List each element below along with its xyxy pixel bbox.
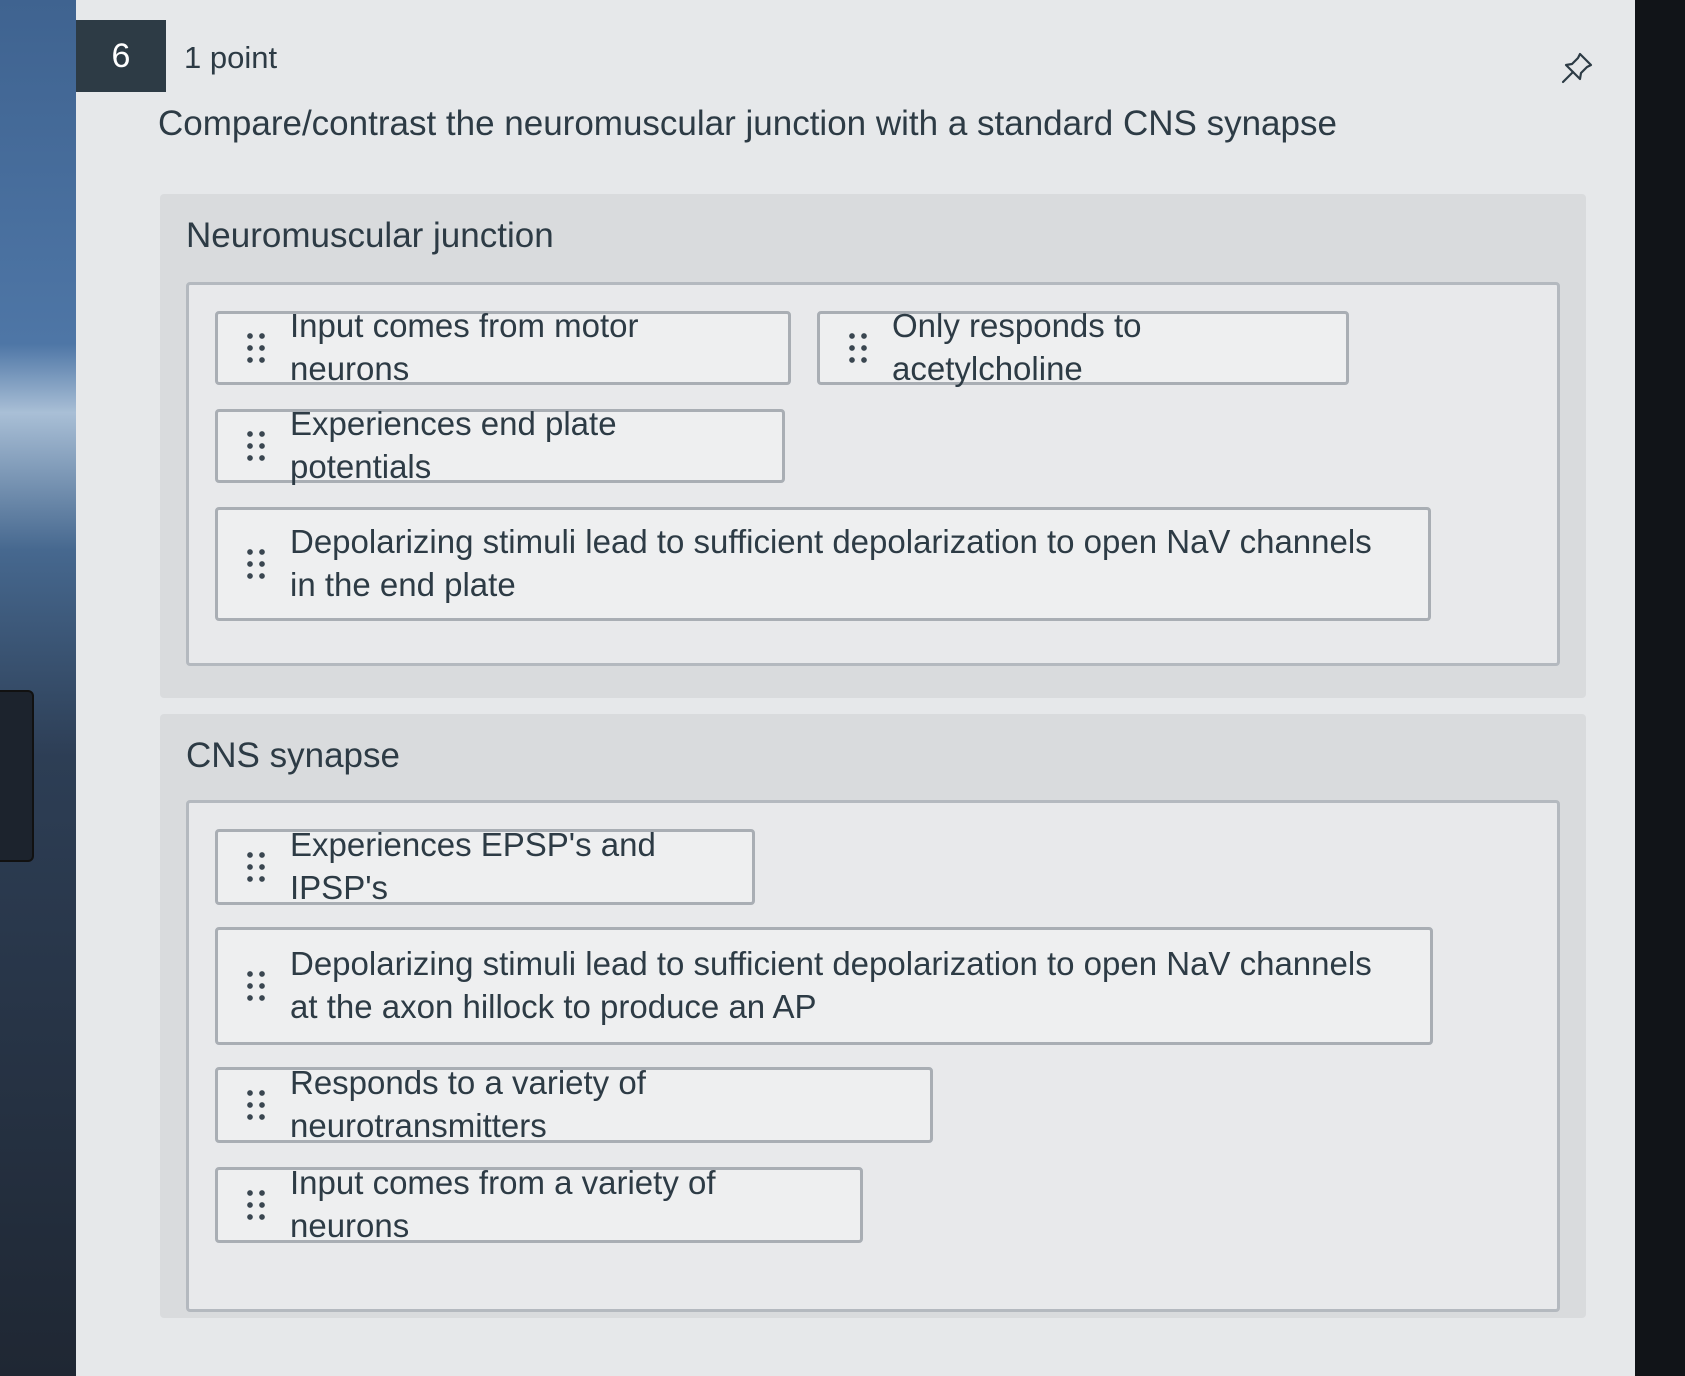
chip-label: Depolarizing stimuli lead to sufficient … bbox=[290, 945, 1372, 1025]
category-cns-synapse: CNS synapse Experiences EPSP's and IPSP'… bbox=[160, 714, 1586, 1318]
chip-label: Depolarizing stimuli lead to sufficient … bbox=[290, 523, 1372, 603]
draggable-answer-chip[interactable]: Experiences EPSP's and IPSP's bbox=[215, 826, 755, 906]
chip-label: Input comes from a variety of neurons bbox=[290, 1164, 716, 1244]
drag-handle-icon[interactable] bbox=[846, 330, 870, 366]
pin-icon[interactable] bbox=[1557, 48, 1597, 88]
draggable-answer-chip[interactable]: Only responds to acetylcholine bbox=[817, 307, 1349, 387]
draggable-answer-chip[interactable]: Depolarizing stimuli lead to sufficient … bbox=[215, 927, 1433, 1045]
category-neuromuscular-junction: Neuromuscular junction Input comes from … bbox=[160, 194, 1586, 698]
drag-handle-icon[interactable] bbox=[244, 546, 268, 582]
drag-handle-icon[interactable] bbox=[244, 968, 268, 1004]
chip-label: Experiences EPSP's and IPSP's bbox=[290, 826, 656, 906]
device-bezel-right bbox=[1635, 0, 1685, 1376]
category-title: CNS synapse bbox=[186, 736, 400, 775]
draggable-answer-chip[interactable]: Input comes from motor neurons bbox=[215, 307, 791, 387]
device-bezel-left bbox=[0, 0, 76, 1376]
drag-handle-icon[interactable] bbox=[244, 330, 268, 366]
drop-zone[interactable]: Experiences EPSP's and IPSP's Depolarizi… bbox=[186, 800, 1560, 1312]
bezel-notch bbox=[0, 690, 34, 862]
draggable-answer-chip[interactable]: Depolarizing stimuli lead to sufficient … bbox=[215, 507, 1431, 621]
drag-handle-icon[interactable] bbox=[244, 1087, 268, 1123]
drag-handle-icon[interactable] bbox=[244, 428, 268, 464]
question-number: 6 bbox=[76, 20, 166, 92]
chip-label: Experiences end plate potentials bbox=[290, 405, 617, 485]
drag-handle-icon[interactable] bbox=[244, 849, 268, 885]
question-points: 1 point bbox=[184, 40, 278, 75]
chip-label: Only responds to acetylcholine bbox=[892, 307, 1142, 387]
drop-zone[interactable]: Input comes from motor neurons Only resp… bbox=[186, 282, 1560, 666]
draggable-answer-chip[interactable]: Experiences end plate potentials bbox=[215, 405, 785, 485]
chip-label: Responds to a variety of neurotransmitte… bbox=[290, 1064, 646, 1144]
draggable-answer-chip[interactable]: Input comes from a variety of neurons bbox=[215, 1164, 863, 1244]
drag-handle-icon[interactable] bbox=[244, 1187, 268, 1223]
quiz-question-card: 6 1 point Compare/contrast the neuromusc… bbox=[76, 0, 1635, 1376]
question-text: Compare/contrast the neuromuscular junct… bbox=[158, 104, 1337, 143]
chip-label: Input comes from motor neurons bbox=[290, 307, 639, 387]
draggable-answer-chip[interactable]: Responds to a variety of neurotransmitte… bbox=[215, 1064, 933, 1144]
category-title: Neuromuscular junction bbox=[186, 216, 554, 255]
